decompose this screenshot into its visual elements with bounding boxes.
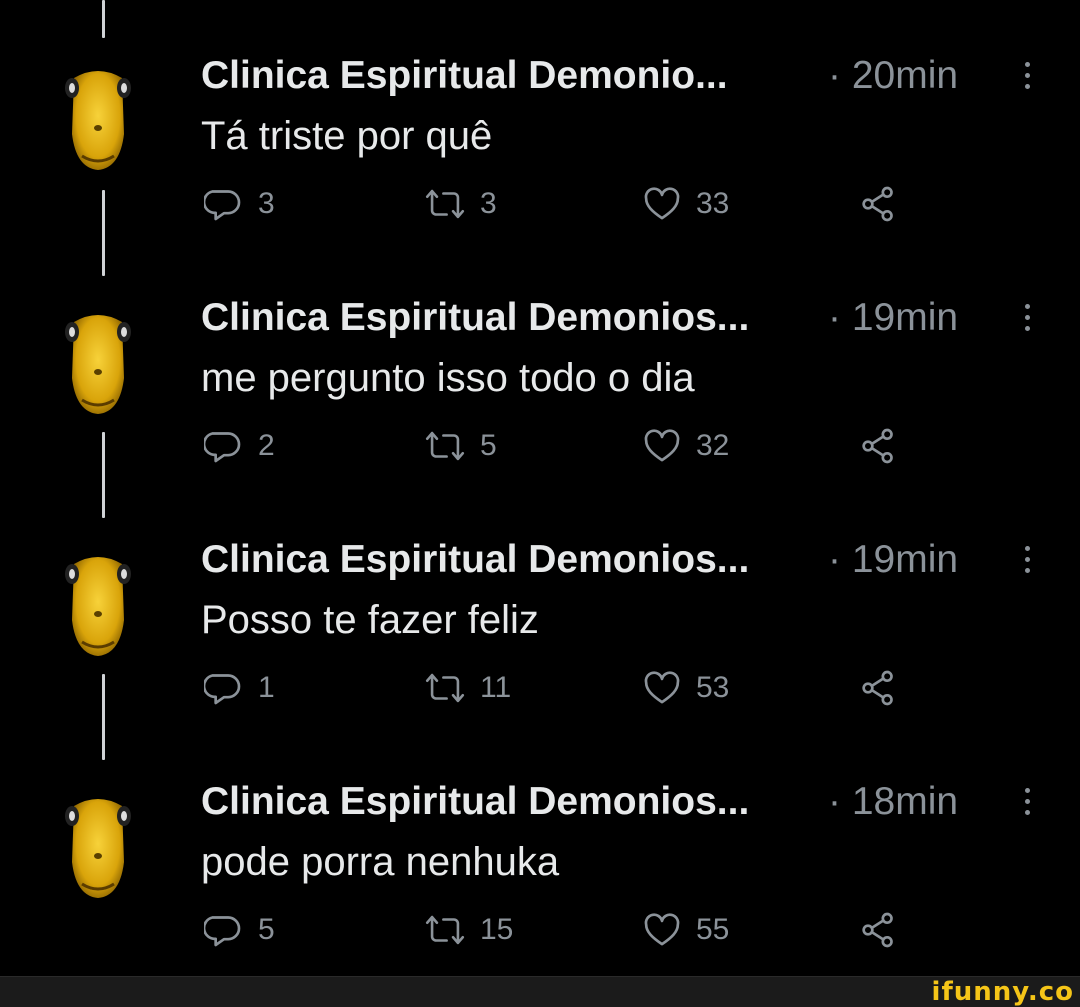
heart-icon xyxy=(642,426,682,466)
reply-button[interactable]: 2 xyxy=(204,426,275,466)
tweet-text: me pergunto isso todo o dia xyxy=(201,356,695,400)
author-name[interactable]: Clinica Espiritual Demonio... xyxy=(201,54,728,98)
reply-icon xyxy=(204,910,244,950)
share-icon xyxy=(858,184,898,224)
tweet[interactable]: Clinica Espiritual Demonio... · 20min Tá… xyxy=(0,12,1080,254)
retweet-count: 5 xyxy=(480,429,497,462)
retweet-button[interactable]: 3 xyxy=(424,184,497,224)
more-options-icon[interactable] xyxy=(1020,546,1034,576)
like-count: 32 xyxy=(696,429,730,462)
like-button[interactable]: 53 xyxy=(642,668,729,708)
timestamp[interactable]: · 19min xyxy=(828,538,958,582)
author-name[interactable]: Clinica Espiritual Demonios... xyxy=(201,296,749,340)
timestamp[interactable]: · 20min xyxy=(828,54,958,98)
like-count: 53 xyxy=(696,671,730,704)
timestamp[interactable]: · 18min xyxy=(828,780,958,824)
like-button[interactable]: 55 xyxy=(642,910,729,950)
retweet-count: 15 xyxy=(480,913,514,946)
time-label: 20min xyxy=(851,54,959,97)
share-button[interactable] xyxy=(858,426,898,466)
reply-count: 2 xyxy=(258,429,275,462)
retweet-icon xyxy=(424,668,466,708)
ifunny-watermark: ifunny.co xyxy=(931,977,1074,1007)
share-icon xyxy=(858,426,898,466)
share-icon xyxy=(858,910,898,950)
separator-dot: · xyxy=(828,54,841,97)
reply-icon xyxy=(204,184,244,224)
tweet[interactable]: Clinica Espiritual Demonios... · 19min P… xyxy=(0,496,1080,738)
share-button[interactable] xyxy=(858,910,898,950)
reply-icon xyxy=(204,426,244,466)
more-options-icon[interactable] xyxy=(1020,62,1034,92)
avatar[interactable] xyxy=(64,308,132,416)
like-button[interactable]: 33 xyxy=(642,184,729,224)
heart-icon xyxy=(642,668,682,708)
like-button[interactable]: 32 xyxy=(642,426,729,466)
time-label: 19min xyxy=(851,538,959,581)
retweet-icon xyxy=(424,426,466,466)
reply-count: 5 xyxy=(258,913,275,946)
share-button[interactable] xyxy=(858,184,898,224)
reply-count: 1 xyxy=(258,671,275,704)
timestamp[interactable]: · 19min xyxy=(828,296,958,340)
retweet-count: 3 xyxy=(480,187,497,220)
retweet-count: 11 xyxy=(480,671,512,704)
tweet-text: pode porra nenhuka xyxy=(201,840,560,884)
retweet-icon xyxy=(424,184,466,224)
tweet-text: Posso te fazer feliz xyxy=(201,598,539,642)
share-button[interactable] xyxy=(858,668,898,708)
tweet[interactable]: Clinica Espiritual Demonios... · 19min m… xyxy=(0,254,1080,496)
reply-icon xyxy=(204,668,244,708)
author-name[interactable]: Clinica Espiritual Demonios... xyxy=(201,538,749,582)
avatar[interactable] xyxy=(64,792,132,900)
retweet-button[interactable]: 11 xyxy=(424,668,511,708)
heart-icon xyxy=(642,184,682,224)
more-options-icon[interactable] xyxy=(1020,788,1034,818)
retweet-icon xyxy=(424,910,466,950)
heart-icon xyxy=(642,910,682,950)
reply-count: 3 xyxy=(258,187,275,220)
separator-dot: · xyxy=(828,780,841,823)
author-name[interactable]: Clinica Espiritual Demonios... xyxy=(201,780,749,824)
like-count: 33 xyxy=(696,187,730,220)
time-label: 18min xyxy=(851,780,959,823)
footer-bar: ifunny.co xyxy=(0,976,1080,1007)
reply-button[interactable]: 3 xyxy=(204,184,275,224)
share-icon xyxy=(858,668,898,708)
reply-button[interactable]: 5 xyxy=(204,910,275,950)
time-label: 19min xyxy=(851,296,959,339)
retweet-button[interactable]: 15 xyxy=(424,910,513,950)
avatar[interactable] xyxy=(64,550,132,658)
tweet[interactable]: Clinica Espiritual Demonios... · 18min p… xyxy=(0,738,1080,980)
avatar[interactable] xyxy=(64,64,132,172)
more-options-icon[interactable] xyxy=(1020,304,1034,334)
retweet-button[interactable]: 5 xyxy=(424,426,497,466)
like-count: 55 xyxy=(696,913,730,946)
tweet-text: Tá triste por quê xyxy=(201,114,493,158)
separator-dot: · xyxy=(828,538,841,581)
reply-button[interactable]: 1 xyxy=(204,668,275,708)
separator-dot: · xyxy=(828,296,841,339)
